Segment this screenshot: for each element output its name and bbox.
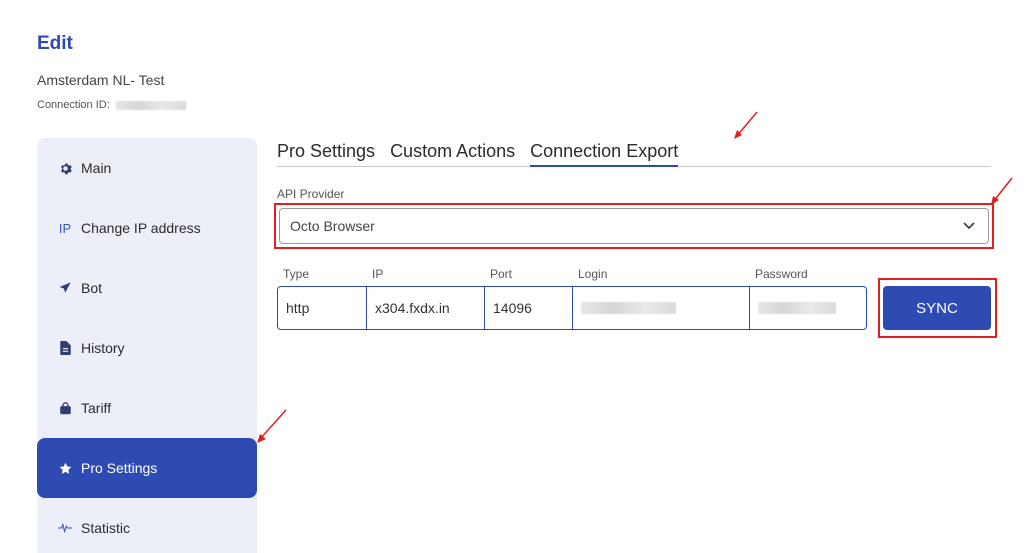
sidebar-item-label: Statistic: [81, 520, 131, 536]
type-header: Type: [283, 267, 310, 281]
settings-tabs: Pro Settings Custom Actions Connection E…: [277, 140, 991, 167]
password-redacted: [758, 302, 836, 314]
ip-field[interactable]: x304.fxdx.in: [367, 287, 485, 329]
sidebar-item-statistic[interactable]: Statistic: [37, 498, 257, 553]
api-provider-label: API Provider: [277, 187, 345, 201]
page-title: Edit: [37, 33, 73, 54]
sidebar-item-main[interactable]: Main: [37, 138, 257, 198]
ip-icon: IP: [58, 220, 72, 236]
ip-header: IP: [372, 267, 384, 281]
paper-plane-icon: [57, 282, 73, 294]
password-header: Password: [755, 267, 808, 281]
document-icon: [57, 341, 73, 355]
star-icon: [57, 462, 73, 475]
annotation-arrow-icon: [734, 111, 758, 139]
sidebar-item-label: History: [81, 340, 125, 356]
login-field[interactable]: [573, 287, 750, 329]
sidebar-item-change-ip[interactable]: IP Change IP address: [37, 198, 257, 258]
port-field[interactable]: 14096: [485, 287, 573, 329]
sidebar-item-history[interactable]: History: [37, 318, 257, 378]
sidebar-item-tariff[interactable]: Tariff: [37, 378, 257, 438]
sidebar-item-label: Change IP address: [81, 220, 201, 236]
tab-custom-actions[interactable]: Custom Actions: [390, 140, 515, 167]
sidebar-item-label: Main: [81, 160, 112, 176]
login-redacted: [581, 302, 676, 314]
gear-icon: [57, 162, 73, 175]
tab-pro-settings[interactable]: Pro Settings: [277, 140, 375, 167]
pulse-icon: [57, 522, 73, 534]
sidebar-item-bot[interactable]: Bot: [37, 258, 257, 318]
sync-button[interactable]: SYNC: [883, 286, 991, 330]
api-provider-select[interactable]: Octo Browser: [279, 208, 989, 244]
connection-name: Amsterdam NL- Test: [37, 72, 165, 88]
connection-id: Connection ID:: [37, 99, 186, 111]
shopping-bag-icon: [57, 401, 73, 415]
type-field[interactable]: http: [278, 287, 367, 329]
login-header: Login: [578, 267, 608, 281]
api-provider-value: Octo Browser: [290, 218, 375, 234]
annotation-arrow-icon: [257, 409, 287, 443]
connection-fields: http x304.fxdx.in 14096: [277, 286, 867, 330]
sidebar-item-pro-settings[interactable]: Pro Settings: [37, 438, 257, 498]
sidebar-item-label: Pro Settings: [81, 460, 158, 476]
sidebar-item-label: Bot: [81, 280, 103, 296]
sidebar-item-label: Tariff: [81, 400, 112, 416]
password-field[interactable]: [750, 287, 866, 329]
connection-id-label: Connection ID:: [37, 99, 110, 111]
tab-connection-export[interactable]: Connection Export: [530, 140, 679, 167]
edit-page: Edit Amsterdam NL- Test Connection ID: M…: [0, 0, 1027, 553]
connection-id-redacted: [115, 100, 186, 110]
port-header: Port: [490, 267, 513, 281]
api-provider-highlight: Octo Browser: [274, 203, 994, 249]
chevron-down-icon: [963, 222, 975, 230]
sidebar: Main IP Change IP address Bot History Ta…: [37, 138, 257, 553]
annotation-arrow-icon: [991, 177, 1013, 205]
